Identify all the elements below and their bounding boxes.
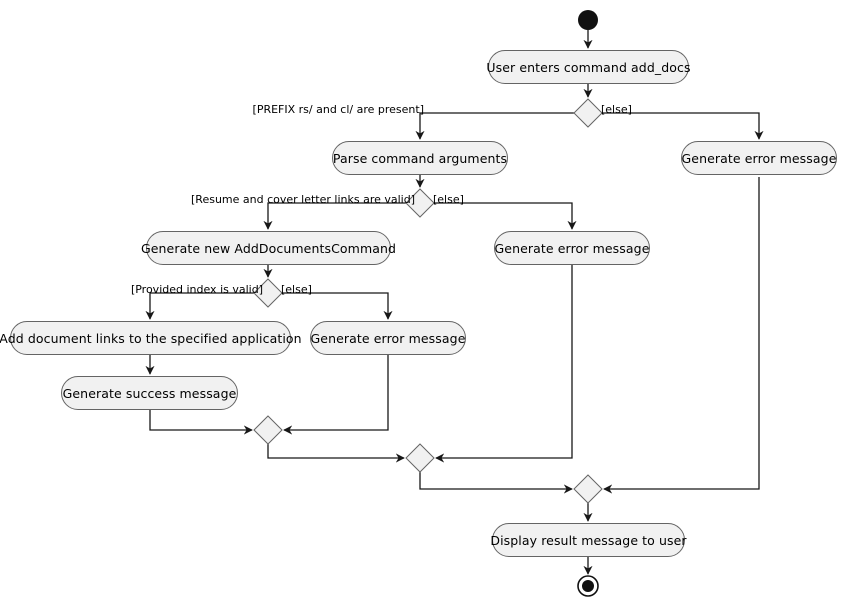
activity-generate-error-message-index[interactable]: Generate error message	[310, 321, 466, 355]
guard-label-prefix-else: [else]	[601, 103, 632, 116]
node-layer: User enters command add_docs Parse comma…	[0, 0, 846, 609]
guard-label-prefix-present: [PREFIX rs/ and cl/ are present]	[252, 103, 424, 116]
activity-label: Generate error message	[681, 150, 837, 166]
guard-label-index-else: [else]	[281, 283, 312, 296]
activity-diagram-canvas: User enters command add_docs Parse comma…	[0, 0, 846, 609]
activity-label: Add document links to the specified appl…	[0, 330, 302, 346]
activity-add-document-links[interactable]: Add document links to the specified appl…	[0, 321, 302, 355]
activity-generate-error-message-prefix[interactable]: Generate error message	[681, 141, 837, 175]
activity-label: Parse command arguments	[332, 150, 508, 166]
activity-user-enters-command[interactable]: User enters command add_docs	[486, 50, 691, 84]
guard-label-links-valid: [Resume and cover letter links are valid…	[191, 193, 415, 206]
guard-label-links-else: [else]	[433, 193, 464, 206]
activity-generate-new-add-documents-command[interactable]: Generate new AddDocumentsCommand	[141, 231, 396, 265]
activity-generate-error-message-links[interactable]: Generate error message	[494, 231, 650, 265]
guard-label-index-valid: [Provided index is valid]	[130, 283, 263, 296]
activity-parse-command-arguments[interactable]: Parse command arguments	[332, 141, 508, 175]
activity-generate-success-message[interactable]: Generate success message	[61, 376, 238, 410]
activity-display-result-message[interactable]: Display result message to user	[490, 523, 687, 557]
activity-label: Generate error message	[494, 240, 650, 256]
activity-label: Generate success message	[62, 385, 237, 401]
activity-label: Generate new AddDocumentsCommand	[140, 240, 397, 256]
activity-label: User enters command add_docs	[486, 59, 691, 75]
activity-label: Generate error message	[310, 330, 466, 346]
activity-label: Display result message to user	[490, 532, 687, 548]
